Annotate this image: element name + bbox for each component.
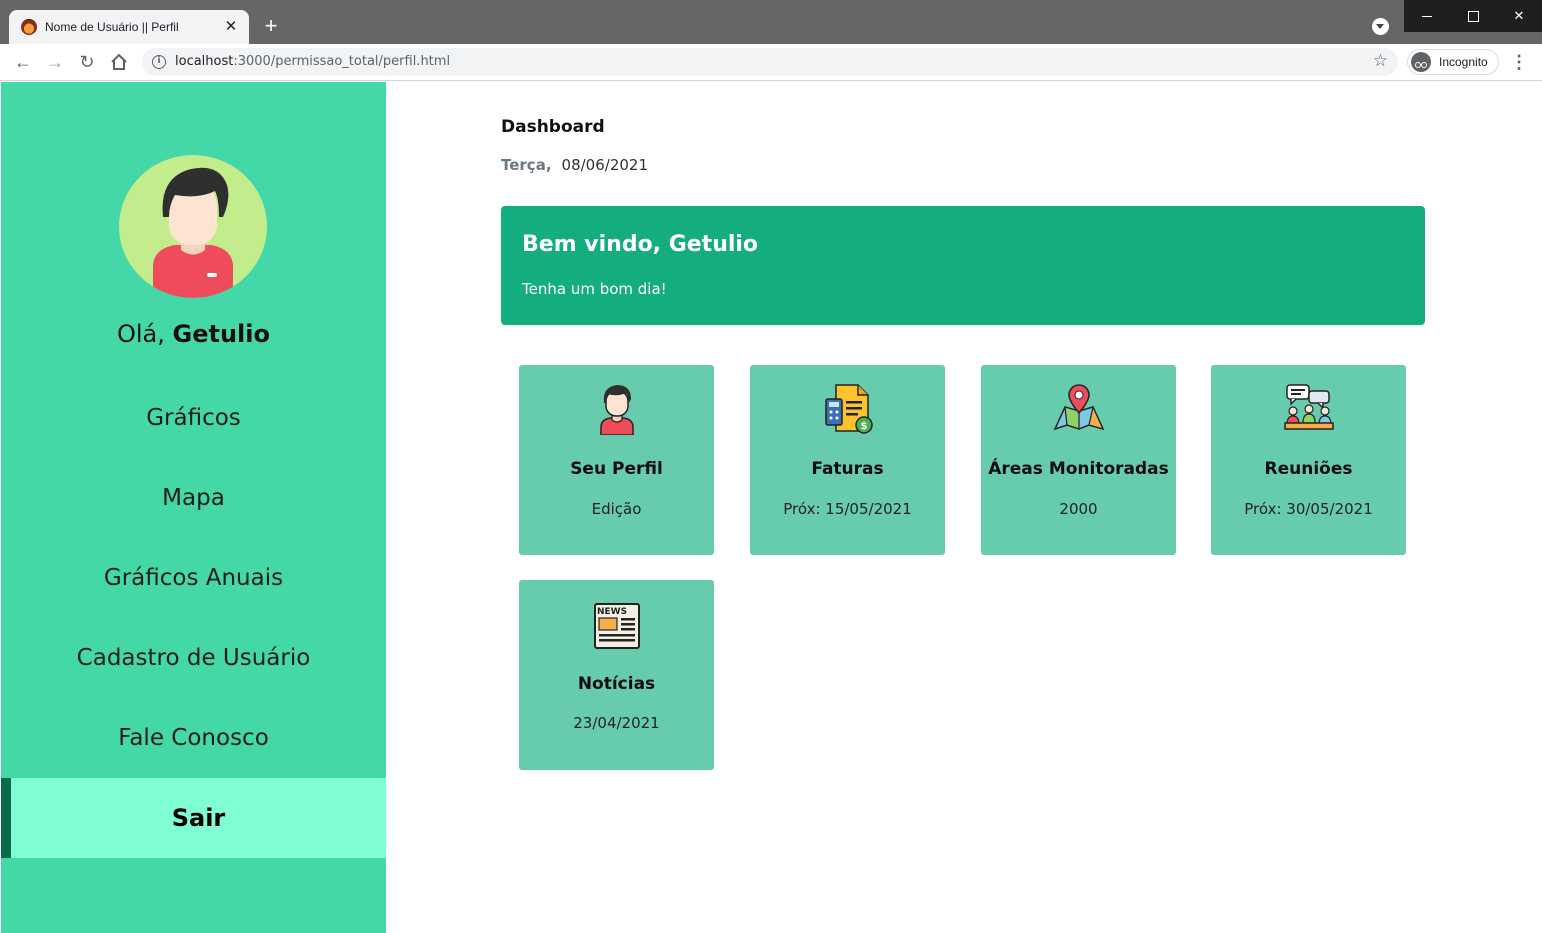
sidebar-item-mapa[interactable]: Mapa — [1, 458, 386, 538]
sidebar-greeting: Olá, Getulio — [116, 320, 270, 348]
card-title: Faturas — [811, 459, 884, 479]
incognito-icon — [1411, 52, 1431, 72]
card-value: 23/04/2021 — [573, 714, 660, 732]
reload-icon[interactable]: ↻ — [76, 51, 98, 73]
sidebar-item-graficos[interactable]: Gráficos — [1, 378, 386, 458]
newspaper-icon: NEWS — [594, 603, 640, 649]
card-reunioes[interactable]: Reuniões Próx: 30/05/2021 — [1211, 365, 1406, 555]
maximize-button[interactable] — [1450, 0, 1496, 32]
browser-toolbar: ← → ↻ i localhost:3000/permissao_total/p… — [0, 44, 1542, 81]
card-title: Seu Perfil — [570, 459, 663, 479]
sidebar-item-sair[interactable]: Sair — [1, 778, 386, 858]
window-controls: ✕ — [1404, 0, 1542, 32]
card-value: Próx: 15/05/2021 — [783, 500, 912, 518]
invoice-icon: $ — [825, 384, 873, 434]
meeting-icon — [1284, 384, 1334, 430]
card-seu-perfil[interactable]: Seu Perfil Edição — [519, 365, 714, 555]
back-icon[interactable]: ← — [12, 51, 34, 73]
card-title: Áreas Monitoradas — [988, 459, 1169, 479]
card-title: Notícias — [577, 674, 656, 694]
new-tab-button[interactable]: + — [259, 15, 283, 39]
card-value: Próx: 30/05/2021 — [1244, 500, 1373, 518]
welcome-title: Bem vindo, Getulio — [522, 232, 759, 257]
card-noticias[interactable]: NEWS Notícias 23/04/2021 — [519, 580, 714, 770]
welcome-banner: Bem vindo, Getulio Tenha um bom dia! — [501, 206, 1425, 325]
bookmark-star-icon[interactable]: ☆ — [1373, 51, 1388, 71]
person-icon — [600, 385, 634, 435]
url-text[interactable]: localhost:3000/permissao_total/perfil.ht… — [175, 54, 450, 69]
weekday-label: Terça, — [501, 156, 552, 174]
close-window-button[interactable]: ✕ — [1496, 0, 1542, 32]
site-info-icon[interactable]: i — [152, 55, 166, 69]
sidebar-item-fale-conosco[interactable]: Fale Conosco — [1, 698, 386, 778]
map-pin-icon — [1053, 384, 1105, 431]
sidebar-item-cadastro-usuario[interactable]: Cadastro de Usuário — [1, 618, 386, 698]
browser-menu-icon[interactable]: ⋮ — [1510, 52, 1528, 72]
page-title: Dashboard — [501, 117, 605, 137]
current-date: 08/06/2021 — [561, 156, 648, 174]
sidebar: Olá, Getulio Gráficos Mapa Gráficos Anua… — [1, 82, 386, 933]
browser-tab-strip: Nome de Usuário || Perfil ✕ + ✕ — [0, 0, 1542, 44]
avatar — [119, 155, 267, 298]
svg-text:$: $ — [861, 421, 868, 432]
card-value: Edição — [591, 500, 642, 518]
incognito-label: Incognito — [1439, 55, 1488, 69]
user-name: Getulio — [172, 320, 270, 348]
forward-icon[interactable]: → — [44, 51, 66, 73]
welcome-subtitle: Tenha um bom dia! — [522, 280, 667, 298]
address-bar[interactable]: i localhost:3000/permissao_total/perfil.… — [142, 48, 1398, 76]
tab-search-icon[interactable] — [1372, 18, 1389, 35]
incognito-badge[interactable]: Incognito — [1407, 49, 1499, 75]
sidebar-item-graficos-anuais[interactable]: Gráficos Anuais — [1, 538, 386, 618]
card-areas-monitoradas[interactable]: Áreas Monitoradas 2000 — [981, 365, 1176, 555]
svg-text:NEWS: NEWS — [597, 607, 627, 617]
browser-tab[interactable]: Nome de Usuário || Perfil ✕ — [9, 10, 249, 44]
site-favicon-icon — [21, 19, 37, 35]
home-icon[interactable] — [108, 51, 130, 73]
page-content: Olá, Getulio Gráficos Mapa Gráficos Anua… — [0, 82, 1542, 933]
date-line: Terça, 08/06/2021 — [501, 156, 648, 174]
card-value: 2000 — [1059, 500, 1098, 518]
card-title: Reuniões — [1264, 459, 1353, 479]
card-faturas[interactable]: $ Faturas Próx: 15/05/2021 — [750, 365, 945, 555]
minimize-button[interactable] — [1404, 0, 1450, 32]
tab-title: Nome de Usuário || Perfil — [45, 20, 179, 34]
close-tab-icon[interactable]: ✕ — [223, 19, 239, 35]
